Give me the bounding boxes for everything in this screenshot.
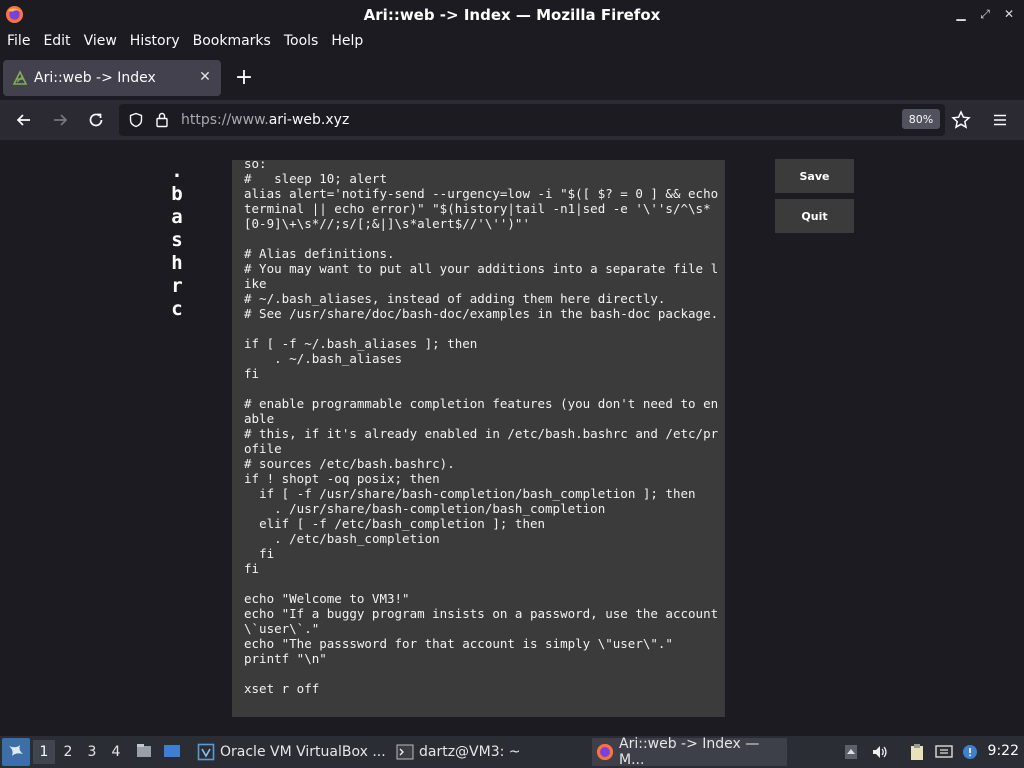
- vertical-title-char: c: [171, 298, 183, 320]
- tab-active[interactable]: Ari::web -> Index ✕: [3, 60, 221, 96]
- lock-icon[interactable]: [155, 111, 169, 128]
- reload-icon: [89, 113, 103, 127]
- menu-tools[interactable]: Tools: [284, 33, 319, 49]
- task-label: Oracle VM VirtualBox ...: [220, 744, 386, 760]
- workspace-4[interactable]: 4: [105, 740, 127, 764]
- up-arrow-icon[interactable]: [842, 744, 860, 760]
- bookmark-button[interactable]: [949, 108, 973, 132]
- quit-button[interactable]: Quit: [775, 199, 854, 233]
- terminal-icon: [396, 743, 414, 761]
- start-menu-button[interactable]: [2, 738, 30, 766]
- window-title: Ari::web -> Index — Mozilla Firefox: [363, 6, 661, 24]
- vertical-title-char: a: [171, 206, 183, 228]
- back-button[interactable]: [12, 108, 36, 132]
- arrow-right-icon: [54, 114, 68, 126]
- task-firefox[interactable]: Ari::web -> Index — M...: [592, 736, 787, 768]
- forward-button[interactable]: [48, 108, 72, 132]
- save-button[interactable]: Save: [775, 159, 854, 193]
- url-prefix: https://www.: [181, 112, 269, 128]
- task-terminal[interactable]: dartz@VM3: ~: [392, 738, 587, 766]
- url-text[interactable]: https://www.ari-web.xyz: [181, 112, 349, 128]
- workspace-1[interactable]: 1: [33, 740, 55, 764]
- tab-label: Ari::web -> Index: [34, 70, 156, 86]
- menu-history[interactable]: History: [130, 33, 180, 49]
- vertical-title-char: h: [171, 252, 183, 274]
- vertical-title-char: b: [171, 183, 183, 205]
- tab-close-icon[interactable]: ✕: [197, 69, 213, 85]
- maximize-icon[interactable]: ⤢: [978, 6, 992, 22]
- task-label: dartz@VM3: ~: [419, 744, 521, 760]
- tab-strip: Ari::web -> Index ✕ +: [0, 56, 1024, 100]
- vertical-title-char: .: [171, 160, 183, 182]
- app-menu-icon: [9, 745, 23, 756]
- clock: 9:22: [987, 743, 1019, 759]
- clipboard-icon[interactable]: [908, 744, 926, 760]
- editor-text[interactable]: so: # sleep 10; alert alias alert='notif…: [244, 160, 719, 696]
- firefox-icon: [596, 743, 614, 761]
- zoom-indicator[interactable]: 80%: [902, 109, 940, 129]
- arrow-left-icon: [16, 114, 30, 126]
- url-bar[interactable]: https://www.ari-web.xyz: [119, 104, 945, 136]
- reload-button[interactable]: [84, 108, 108, 132]
- page-content: . b a s h r c so: # sleep 10; alert alia…: [0, 140, 1024, 736]
- menu-view[interactable]: View: [84, 33, 117, 49]
- menu-button[interactable]: [988, 108, 1012, 132]
- menu-bar: File Edit View History Bookmarks Tools H…: [0, 30, 1024, 52]
- window-controls: ▁ ⤢ ✕: [954, 6, 1016, 22]
- file-manager-icon[interactable]: [135, 743, 153, 759]
- navigation-bar: https://www.ari-web.xyz: [0, 100, 1024, 140]
- vertical-title-char: r: [171, 275, 183, 297]
- menu-help[interactable]: Help: [331, 33, 363, 49]
- vertical-title-char: s: [171, 229, 183, 251]
- vertical-title: . b a s h r c: [169, 160, 185, 321]
- shield-icon[interactable]: [128, 112, 144, 128]
- task-label: Ari::web -> Index — M...: [619, 736, 760, 768]
- show-desktop-icon[interactable]: [163, 743, 181, 759]
- minimize-icon[interactable]: ▁: [954, 6, 968, 22]
- url-domain: ari-web.xyz: [268, 112, 350, 128]
- workspace-2[interactable]: 2: [57, 740, 79, 764]
- notification-icon[interactable]: [961, 744, 979, 760]
- network-icon[interactable]: [935, 744, 953, 760]
- window-titlebar: Ari::web -> Index — Mozilla Firefox ▁ ⤢ …: [0, 0, 1024, 30]
- site-favicon-icon: [12, 70, 28, 85]
- task-virtualbox[interactable]: Oracle VM VirtualBox ...: [193, 738, 388, 766]
- close-icon[interactable]: ✕: [1002, 6, 1016, 22]
- volume-icon[interactable]: [871, 744, 889, 760]
- firefox-icon: [5, 5, 24, 24]
- taskbar: 1 2 3 4 Oracle VM VirtualBox ... dartz@V…: [0, 736, 1024, 768]
- menu-bookmarks[interactable]: Bookmarks: [193, 33, 271, 49]
- menu-file[interactable]: File: [7, 33, 30, 49]
- file-editor[interactable]: so: # sleep 10; alert alias alert='notif…: [232, 160, 725, 717]
- virtualbox-icon: [197, 743, 215, 761]
- new-tab-button[interactable]: +: [233, 65, 255, 90]
- workspace-3[interactable]: 3: [81, 740, 103, 764]
- hamburger-icon: [994, 114, 1006, 126]
- menu-edit[interactable]: Edit: [43, 33, 70, 49]
- star-icon: [951, 110, 971, 129]
